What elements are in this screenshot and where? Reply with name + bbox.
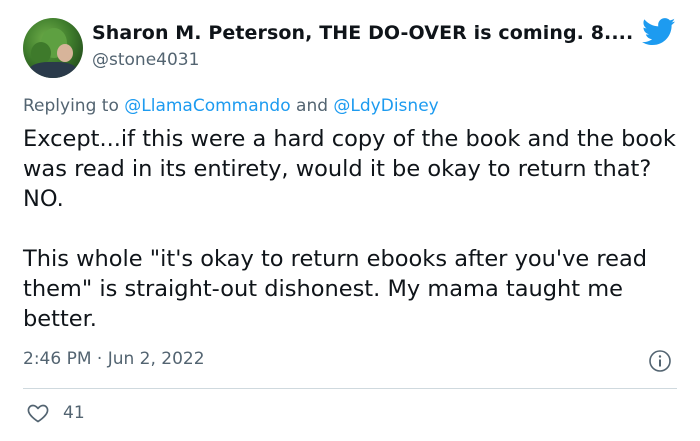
reply-context: Replying to @LlamaCommando and @LdyDisne…	[23, 96, 439, 116]
tweet-text: Except...if this were a hard copy of the…	[23, 124, 683, 334]
info-icon[interactable]	[648, 349, 672, 373]
tweet-card: Sharon M. Peterson, THE DO-OVER is comin…	[0, 0, 700, 441]
author-handle[interactable]: @stone4031	[92, 50, 199, 70]
reply-joiner: and	[290, 96, 334, 116]
tweet-paragraph-1: Except...if this were a hard copy of the…	[23, 126, 676, 212]
mention-llamacommando[interactable]: @LlamaCommando	[124, 96, 290, 116]
tweet-paragraph-2: This whole "it's okay to return ebooks a…	[23, 246, 648, 332]
reply-prefix: Replying to	[23, 96, 125, 116]
divider	[23, 388, 677, 389]
tweet-timestamp[interactable]: 2:46 PM · Jun 2, 2022	[23, 349, 205, 369]
author-name[interactable]: Sharon M. Peterson, THE DO-OVER is comin…	[92, 22, 633, 44]
heart-icon[interactable]	[26, 401, 50, 425]
mention-ldydisney[interactable]: @LdyDisney	[333, 96, 438, 116]
like-count: 41	[63, 403, 85, 423]
twitter-bird-icon	[642, 18, 676, 46]
avatar[interactable]	[23, 18, 83, 78]
